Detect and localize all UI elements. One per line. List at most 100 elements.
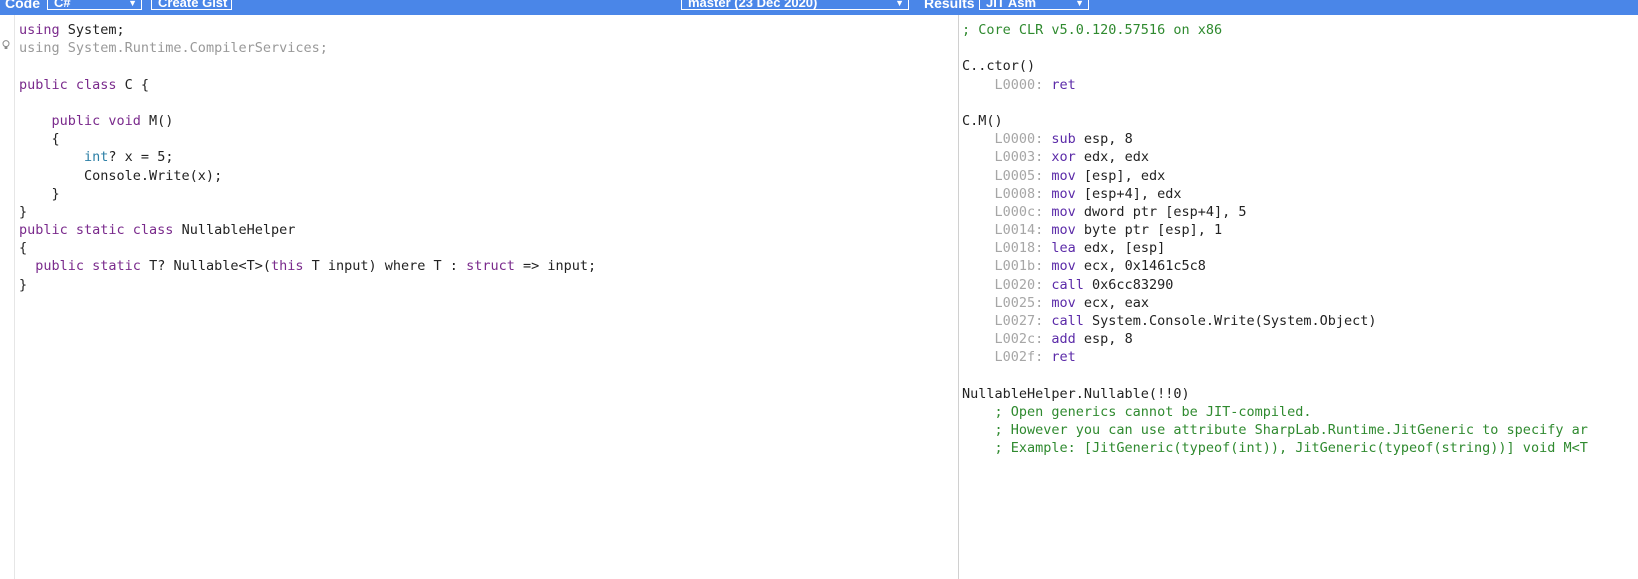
code-token: L0005:	[962, 167, 1052, 184]
code-token: L0000:	[962, 131, 1052, 148]
asm-line	[962, 94, 1588, 112]
code-token: mov	[1051, 294, 1076, 311]
code-token: ? x = 5;	[108, 149, 174, 166]
code-token: [esp+4], edx	[1075, 185, 1182, 202]
code-token: add	[1051, 331, 1076, 348]
code-token: C.M()	[962, 112, 1003, 129]
asm-line: NullableHelper.Nullable(!!0)	[962, 385, 1588, 403]
code-token: [esp], edx	[1075, 167, 1166, 184]
asm-line: L0025: mov ecx, eax	[962, 294, 1588, 312]
code-token: using	[19, 22, 60, 38]
lightbulb-icon[interactable]	[2, 40, 10, 50]
asm-line: L0020: call 0x6cc83290	[962, 276, 1588, 294]
asm-line: L0018: lea edx, [esp]	[962, 239, 1588, 257]
chevron-down-icon: ▼	[895, 0, 904, 8]
code-token: L002c:	[962, 331, 1052, 348]
source-line: }	[19, 276, 596, 294]
code-token: mov	[1051, 167, 1076, 184]
code-token: edx, [esp]	[1075, 240, 1166, 257]
source-line	[19, 94, 596, 112]
code-token: call	[1051, 276, 1084, 293]
output-select[interactable]: JIT Asm ▼	[979, 0, 1089, 10]
source-line: public void M()	[19, 112, 596, 130]
source-code[interactable]: using System; using System.Runtime.Compil…	[19, 21, 596, 294]
code-token: {	[19, 131, 60, 148]
code-token: L002f:	[962, 349, 1052, 366]
code-token: esp, 8	[1075, 331, 1133, 348]
code-token: }	[19, 276, 28, 293]
asm-line: L002c: add esp, 8	[962, 330, 1588, 348]
code-token: C {	[116, 76, 150, 93]
code-token: ; Example: [JitGeneric(typeof(int)), Jit…	[962, 440, 1588, 457]
code-token: ; However you can use attribute SharpLab…	[962, 422, 1588, 439]
asm-line: L0008: mov [esp+4], edx	[962, 185, 1588, 203]
code-token: sub	[1051, 131, 1076, 148]
asm-line	[962, 39, 1588, 57]
code-token: lea	[1051, 240, 1076, 257]
output-value: JIT Asm	[986, 0, 1037, 10]
asm-line: L0005: mov [esp], edx	[962, 167, 1588, 185]
code-editor[interactable]: using System; using System.Runtime.Compil…	[0, 15, 958, 579]
source-line: Console.Write(x);	[19, 167, 596, 185]
asm-line: L000c: mov dword ptr [esp+4], 5	[962, 203, 1588, 221]
branch-select[interactable]: master (23 Dec 2020) ▼	[681, 0, 909, 10]
chevron-down-icon: ▼	[1075, 0, 1084, 8]
source-line: int? x = 5;	[19, 148, 596, 166]
code-token: ret	[1051, 349, 1076, 366]
code-token: }	[19, 185, 60, 202]
asm-line: C.M()	[962, 112, 1588, 130]
code-token: edx, edx	[1075, 149, 1149, 166]
branch-value: master (23 Dec 2020)	[688, 0, 818, 10]
asm-line: C..ctor()	[962, 57, 1588, 75]
code-token: public static class	[19, 222, 174, 239]
source-line: public class C {	[19, 76, 596, 94]
asm-line: L0003: xor edx, edx	[962, 148, 1588, 166]
code-token: System;	[59, 22, 125, 38]
asm-line: ; However you can use attribute SharpLab…	[962, 421, 1588, 439]
code-token: ret	[1051, 76, 1076, 93]
asm-line: L0027: call System.Console.Write(System.…	[962, 312, 1588, 330]
code-token: ; Core CLR v5.0.120.57516 on x86	[962, 22, 1223, 38]
code-token: Console.Write(x);	[19, 167, 223, 184]
code-token: this	[270, 258, 304, 275]
code-token: 0x6cc83290	[1083, 276, 1174, 293]
asm-line: ; Core CLR v5.0.120.57516 on x86	[962, 21, 1588, 39]
code-token: }	[19, 203, 28, 220]
editor-gutter	[0, 15, 15, 579]
code-token: public static	[35, 258, 141, 275]
code-token: System.Console.Write(System.Object)	[1083, 313, 1377, 329]
code-token: struct	[466, 258, 515, 275]
source-line: using System.Runtime.CompilerServices;	[19, 39, 596, 57]
code-token: L0003:	[962, 149, 1052, 166]
code-token: int	[84, 149, 109, 166]
source-line: public static class NullableHelper	[19, 221, 596, 239]
code-token: L0000:	[962, 76, 1052, 93]
code-token: L0020:	[962, 276, 1052, 293]
language-select[interactable]: C# ▼	[47, 0, 142, 10]
source-line: }	[19, 185, 596, 203]
code-token: public class	[19, 76, 117, 93]
asm-line: ; Example: [JitGeneric(typeof(int)), Jit…	[962, 439, 1588, 457]
source-line: {	[19, 239, 596, 257]
create-gist-label: Create Gist	[158, 0, 228, 10]
asm-line: L0000: ret	[962, 76, 1588, 94]
code-token: L0008:	[962, 185, 1052, 202]
code-token: L0018:	[962, 240, 1052, 257]
code-token: L0025:	[962, 294, 1052, 311]
chevron-down-icon: ▼	[128, 0, 137, 8]
asm-line: ; Open generics cannot be JIT-compiled.	[962, 403, 1588, 421]
code-token: using	[19, 40, 60, 57]
source-line: using System;	[19, 21, 596, 39]
asm-line: L0000: sub esp, 8	[962, 130, 1588, 148]
code-token: System.Runtime.CompilerServices;	[59, 40, 328, 57]
code-token: mov	[1051, 185, 1076, 202]
code-token: T input) where T :	[303, 258, 467, 275]
code-token: mov	[1051, 258, 1076, 275]
toolbar: Code C# ▼ Create Gist master (23 Dec 202…	[0, 0, 1638, 15]
source-line: }	[19, 203, 596, 221]
code-token: mov	[1051, 222, 1076, 239]
create-gist-button[interactable]: Create Gist	[151, 0, 232, 10]
